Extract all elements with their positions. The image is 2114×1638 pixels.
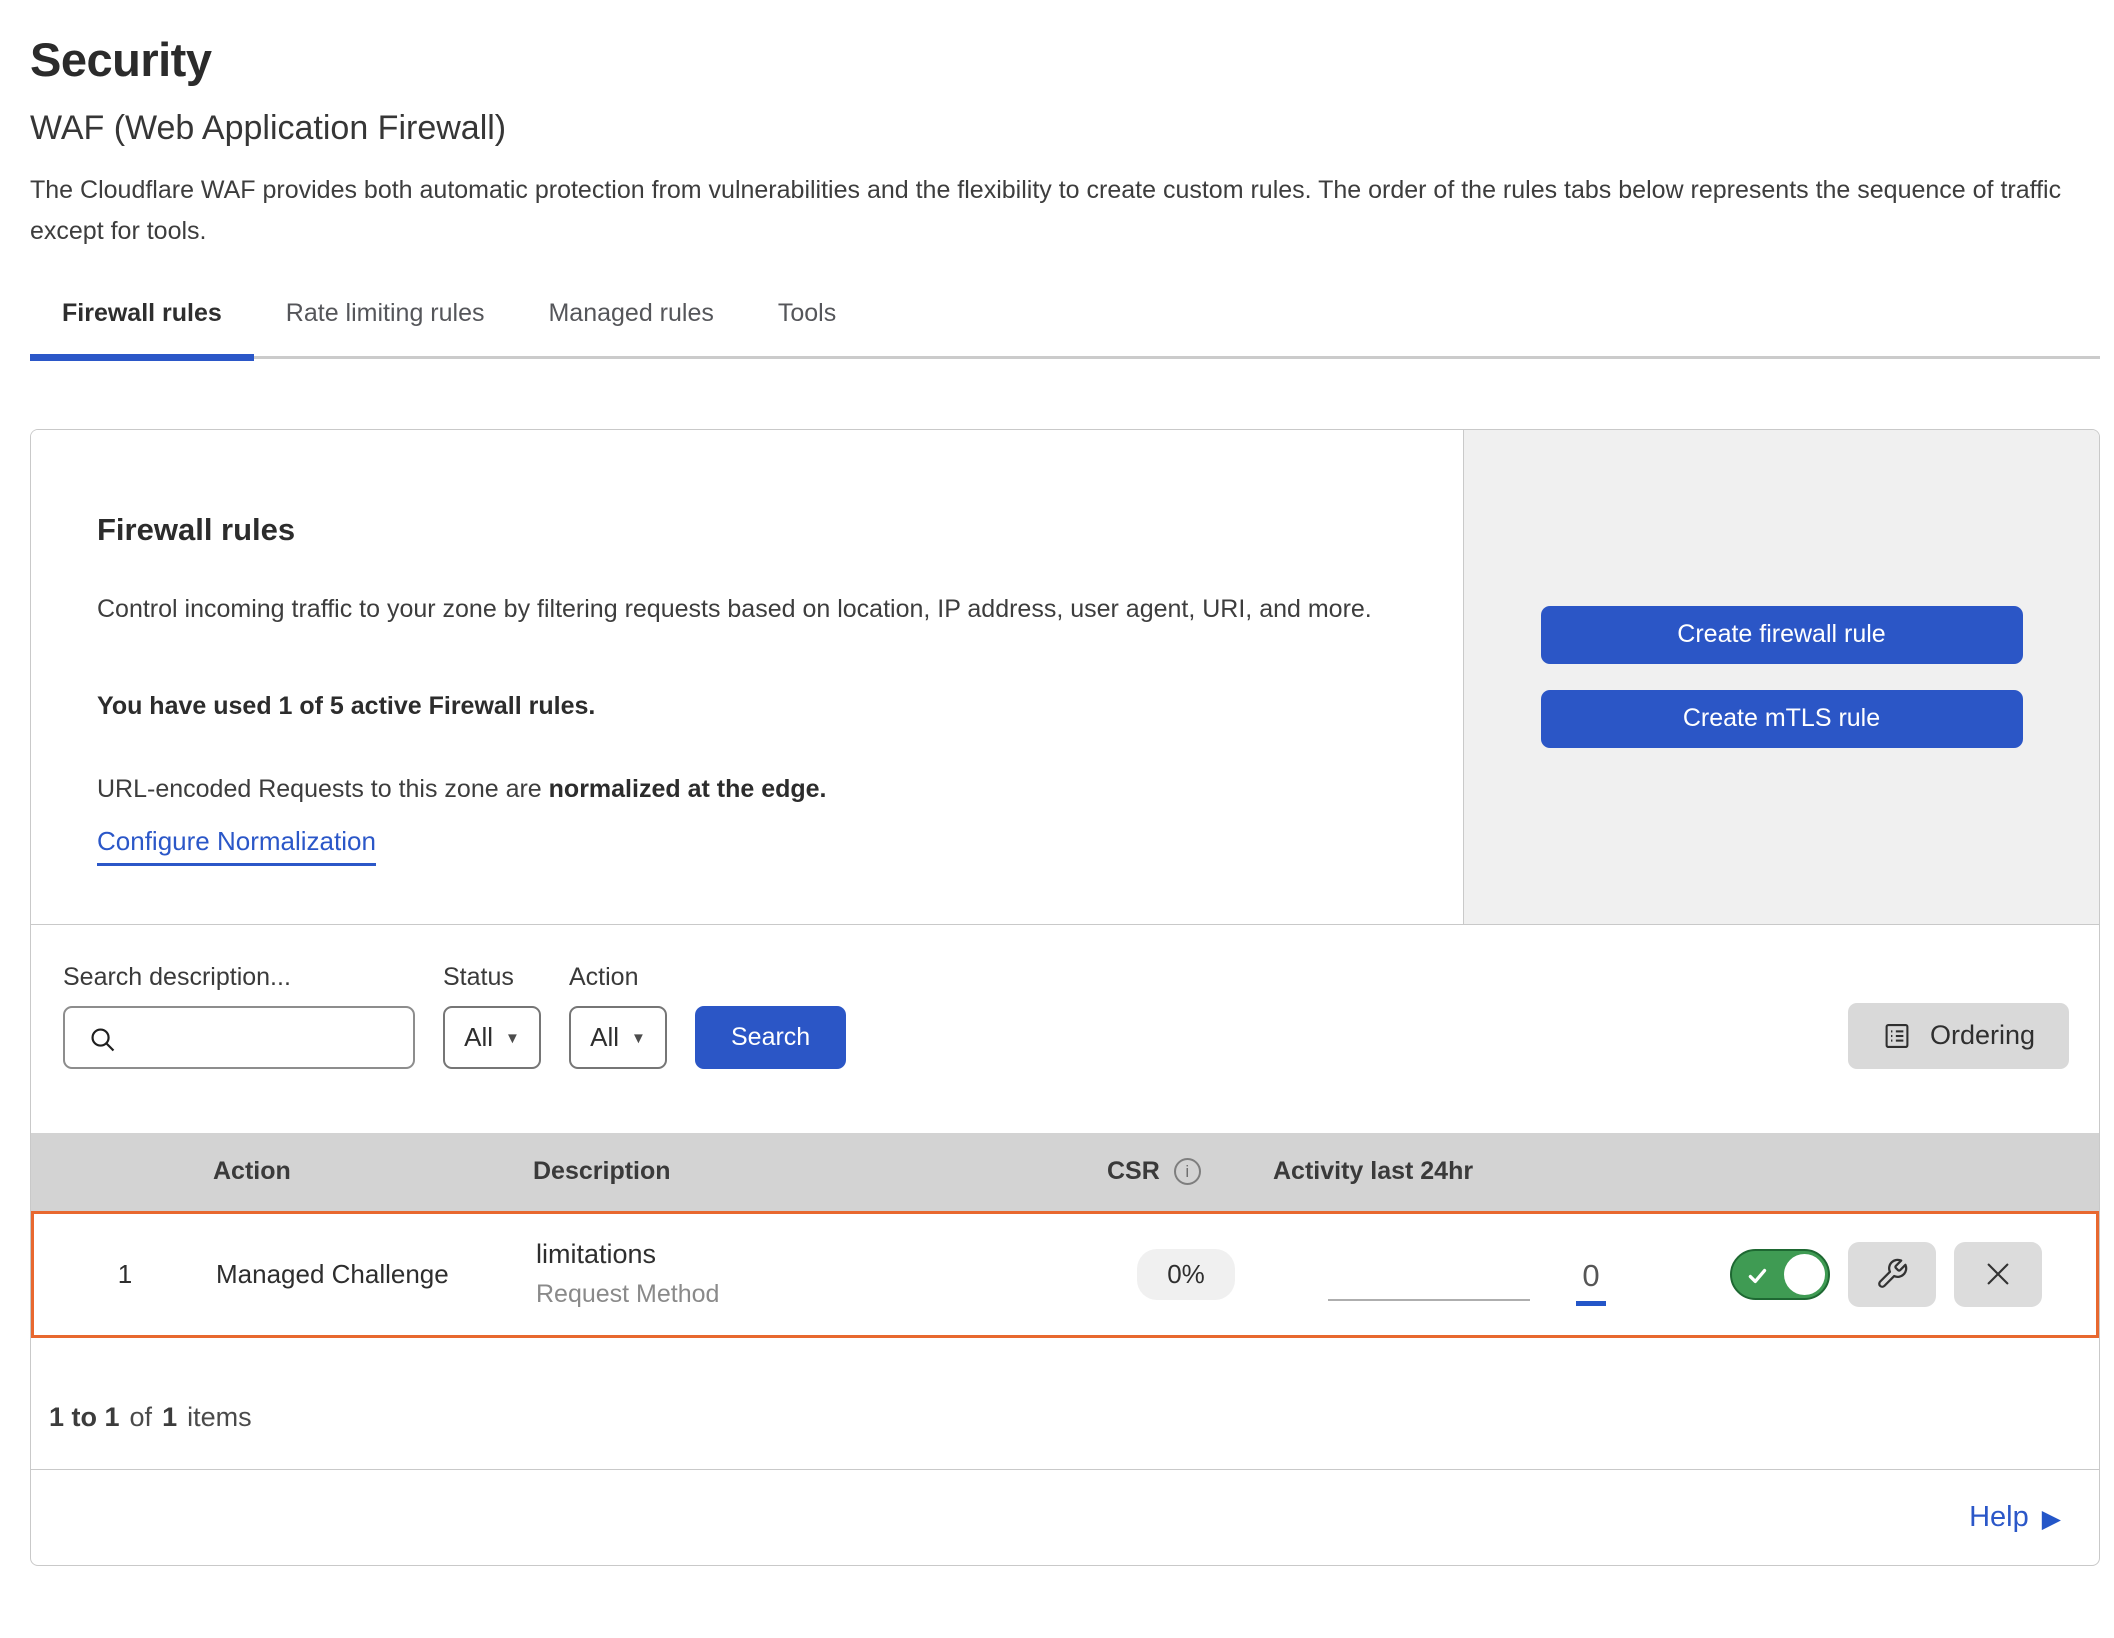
items-summary: 1 to 1 of 1 items: [31, 1338, 2099, 1469]
action-filter-group: Action All ▼: [569, 963, 667, 1069]
action-label: Action: [569, 963, 667, 992]
page-title: Security: [30, 32, 2114, 87]
check-icon: [1746, 1264, 1770, 1288]
tab-firewall-rules[interactable]: Firewall rules: [30, 293, 254, 361]
configure-normalization-link[interactable]: Configure Normalization: [97, 826, 376, 866]
delete-rule-button[interactable]: [1954, 1242, 2042, 1307]
create-mtls-rule-button[interactable]: Create mTLS rule: [1541, 690, 2023, 748]
panel-description: Control incoming traffic to your zone by…: [97, 586, 1423, 634]
waf-tab-bar: Firewall rules Rate limiting rules Manag…: [30, 293, 2100, 359]
rule-description-cell: limitations Request Method: [536, 1239, 1096, 1309]
panel-heading: Firewall rules: [97, 512, 1423, 548]
usage-text: You have used 1 of 5 active Firewall rul…: [97, 692, 1423, 721]
status-label: Status: [443, 963, 541, 992]
rule-controls: [1606, 1242, 2096, 1307]
wrench-icon: [1875, 1257, 1909, 1291]
action-dropdown-value: All: [590, 1022, 619, 1053]
ordering-button-label: Ordering: [1930, 1020, 2035, 1051]
firewall-rule-row[interactable]: 1 Managed Challenge limitations Request …: [31, 1211, 2099, 1338]
info-icon[interactable]: i: [1174, 1158, 1201, 1185]
create-firewall-rule-button[interactable]: Create firewall rule: [1541, 606, 2023, 664]
activity-sparkline: [1328, 1299, 1530, 1301]
normalization-prefix: URL-encoded Requests to this zone are: [97, 775, 549, 803]
status-dropdown[interactable]: All ▼: [443, 1006, 541, 1069]
header-csr: CSR i: [1093, 1157, 1273, 1186]
status-dropdown-value: All: [464, 1022, 493, 1053]
rule-description-sub: Request Method: [536, 1280, 1096, 1309]
search-button[interactable]: Search: [695, 1006, 846, 1069]
search-label: Search description...: [63, 963, 415, 992]
header-description: Description: [533, 1157, 1093, 1186]
help-link[interactable]: Help: [1969, 1501, 2029, 1534]
activity-count-underline: [1576, 1301, 1606, 1306]
items-total: 1: [162, 1402, 177, 1433]
status-filter-group: Status All ▼: [443, 963, 541, 1069]
chevron-down-icon: ▼: [505, 1030, 520, 1047]
items-word: items: [187, 1402, 252, 1433]
search-box: [63, 1006, 415, 1069]
header-csr-label: CSR: [1107, 1157, 1160, 1186]
firewall-rules-info-section: Firewall rules Control incoming traffic …: [31, 430, 2099, 925]
rule-action: Managed Challenge: [216, 1259, 536, 1290]
firewall-rules-info: Firewall rules Control incoming traffic …: [31, 430, 1463, 924]
rules-table-header: Action Description CSR i Activity last 2…: [31, 1133, 2099, 1211]
search-icon: [87, 1024, 118, 1055]
items-range: 1 to 1: [49, 1402, 120, 1433]
ordering-button[interactable]: Ordering: [1848, 1003, 2069, 1069]
rule-activity-cell: 0: [1276, 1250, 1606, 1298]
rule-csr-cell: 0%: [1096, 1249, 1276, 1300]
page-subtitle: WAF (Web Application Firewall): [30, 109, 2114, 148]
help-footer: Help ▶: [31, 1469, 2099, 1565]
activity-count-link[interactable]: 0: [1576, 1258, 1606, 1306]
page-header: Security WAF (Web Application Firewall) …: [30, 0, 2114, 251]
normalization-bold: normalized at the edge.: [549, 775, 827, 803]
tab-tools[interactable]: Tools: [746, 293, 868, 361]
close-icon: [1982, 1258, 2014, 1290]
security-waf-page: Security WAF (Web Application Firewall) …: [0, 0, 2114, 1566]
header-action: Action: [213, 1157, 533, 1186]
rule-enabled-toggle[interactable]: [1730, 1249, 1830, 1300]
rule-order: 1: [34, 1259, 216, 1290]
items-of-word: of: [130, 1402, 153, 1433]
rule-description: limitations: [536, 1239, 1096, 1270]
filter-toolbar: Search description... Status All ▼ Actio…: [31, 925, 2099, 1133]
ordering-list-icon: [1882, 1021, 1912, 1051]
tab-managed-rules[interactable]: Managed rules: [516, 293, 745, 361]
search-group: Search description...: [63, 963, 415, 1069]
chevron-down-icon: ▼: [631, 1030, 646, 1047]
normalization-text: URL-encoded Requests to this zone are no…: [97, 775, 1423, 804]
header-activity: Activity last 24hr: [1273, 1157, 1603, 1186]
csr-badge: 0%: [1137, 1249, 1235, 1300]
tab-rate-limiting-rules[interactable]: Rate limiting rules: [254, 293, 517, 361]
create-rule-panel: Create firewall rule Create mTLS rule: [1463, 430, 2099, 924]
firewall-rules-card: Firewall rules Control incoming traffic …: [30, 429, 2100, 1566]
activity-count: 0: [1582, 1258, 1599, 1294]
edit-rule-button[interactable]: [1848, 1242, 1936, 1307]
page-description: The Cloudflare WAF provides both automat…: [30, 170, 2080, 251]
help-arrow-icon: ▶: [2042, 1504, 2061, 1534]
toggle-knob: [1784, 1254, 1825, 1295]
action-dropdown[interactable]: All ▼: [569, 1006, 667, 1069]
